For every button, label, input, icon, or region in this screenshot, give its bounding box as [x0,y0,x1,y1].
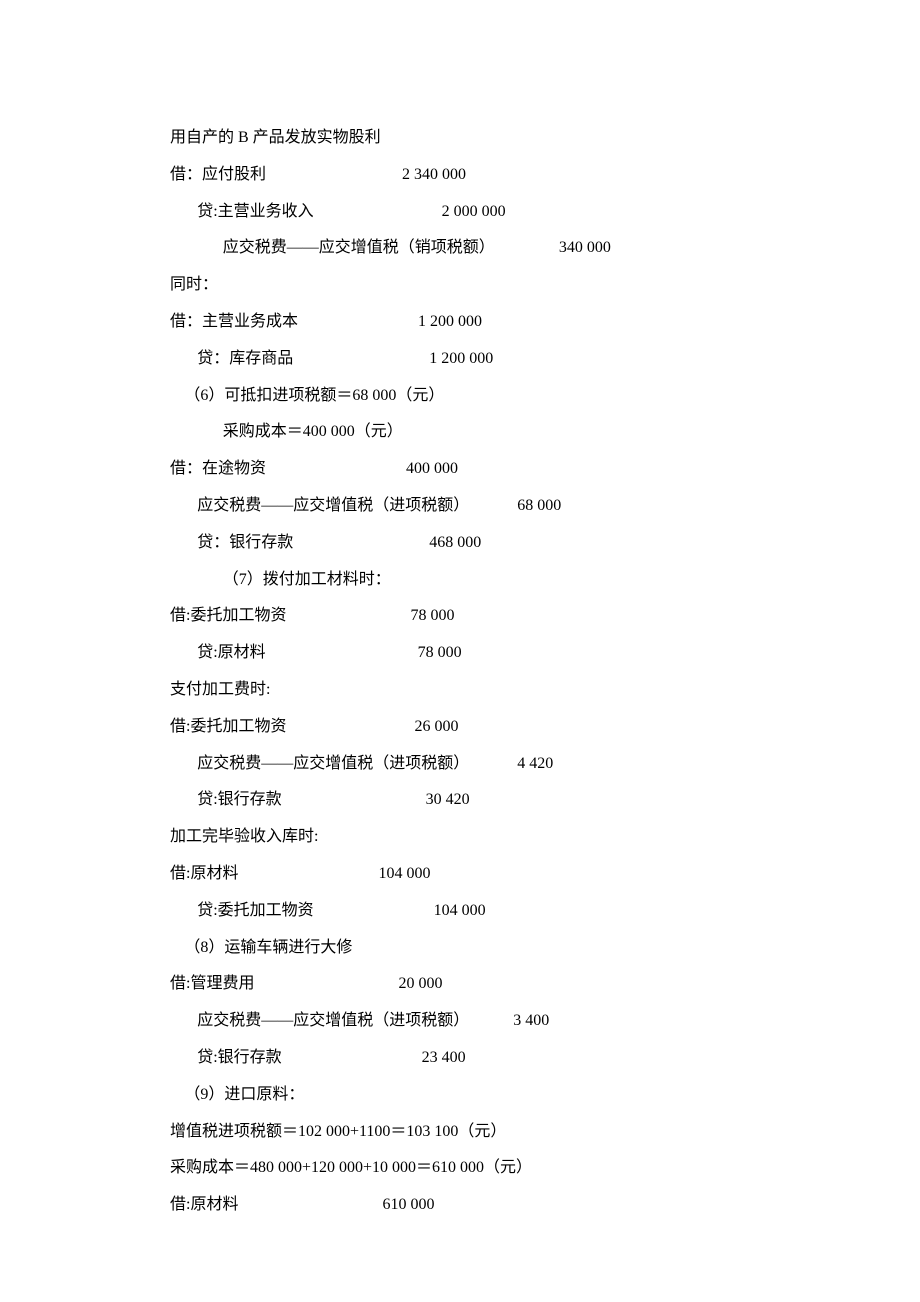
entry-amount: 340 000 [495,230,750,267]
entry-label: 应交税费——应交增值税（进项税额） [197,488,469,525]
text-line: （8）运输车辆进行大修 [170,930,750,967]
text-line: 用自产的 B 产品发放实物股利 [170,120,750,157]
entry-label: （6）可抵扣进项税额＝68 000（元） [184,378,444,415]
entry-label: 应交税费——应交增值税（销项税额） [223,230,495,267]
entry-amount: 23 400 [282,1040,750,1077]
text-line: 采购成本＝480 000+120 000+10 000＝610 000（元） [170,1150,750,1187]
journal-entry: 贷:银行存款 23 400 [170,1040,750,1077]
entry-label: 借:原材料 [170,1187,238,1224]
entry-amount: 78 000 [286,598,750,635]
journal-entry: 借:原材料 610 000 [170,1187,750,1224]
entry-label: 借：应付股利 [170,157,266,194]
journal-entry: 贷:原材料 78 000 [170,635,750,672]
entry-label: 采购成本＝480 000+120 000+10 000＝610 000（元） [170,1150,532,1187]
entry-label: 应交税费——应交增值税（进项税额） [197,746,469,783]
journal-entry: 应交税费——应交增值税（进项税额） 3 400 [170,1003,750,1040]
entry-label: 借:管理费用 [170,966,254,1003]
entry-label: 采购成本＝400 000（元） [223,414,403,451]
journal-entry: 贷：库存商品 1 200 000 [170,341,750,378]
entry-amount: 30 420 [282,782,750,819]
entry-label: 用自产的 B 产品发放实物股利 [170,120,381,157]
text-line: （9）进口原料： [170,1077,750,1114]
entry-label: 借:委托加工物资 [170,709,286,746]
text-line: （7）拨付加工材料时： [170,562,750,599]
entry-label: 应交税费——应交增值税（进项税额） [197,1003,469,1040]
entry-label: 贷：银行存款 [197,525,293,562]
entry-amount: 78 000 [266,635,750,672]
entry-amount: 1 200 000 [293,341,750,378]
entry-amount: 20 000 [254,966,750,1003]
entry-label: 贷：库存商品 [197,341,293,378]
entry-label: 贷:原材料 [197,635,265,672]
entry-label: （8）运输车辆进行大修 [184,930,352,967]
entry-amount: 26 000 [286,709,750,746]
entry-label: 贷:银行存款 [197,782,281,819]
journal-entry: 应交税费——应交增值税（进项税额） 68 000 [170,488,750,525]
text-line: 增值税进项税额＝102 000+1100＝103 100（元） [170,1114,750,1151]
text-line: （6）可抵扣进项税额＝68 000（元） [170,378,750,415]
entry-label: 借：在途物资 [170,451,266,488]
entry-amount: 400 000 [266,451,750,488]
entry-label: 同时： [170,267,218,304]
text-line: 同时： [170,267,750,304]
journal-entry: 贷:银行存款 30 420 [170,782,750,819]
journal-entry: 借：在途物资 400 000 [170,451,750,488]
entry-amount: 468 000 [293,525,750,562]
journal-entry: 借:管理费用 20 000 [170,966,750,1003]
entry-label: 贷:主营业务收入 [197,194,313,231]
journal-entry: 借:原材料 104 000 [170,856,750,893]
journal-entry: 贷:委托加工物资 104 000 [170,893,750,930]
journal-entry: 贷：银行存款 468 000 [170,525,750,562]
entry-label: 增值税进项税额＝102 000+1100＝103 100（元） [170,1114,506,1151]
entry-amount: 4 420 [469,746,750,783]
entry-label: 贷:银行存款 [197,1040,281,1077]
entry-amount: 68 000 [469,488,750,525]
journal-entry: 借:委托加工物资 78 000 [170,598,750,635]
entry-amount: 1 200 000 [298,304,750,341]
journal-entry: 借：应付股利 2 340 000 [170,157,750,194]
entry-amount: 3 400 [469,1003,750,1040]
text-line: 加工完毕验收入库时: [170,819,750,856]
entry-label: （9）进口原料： [184,1077,304,1114]
entry-amount: 104 000 [314,893,750,930]
journal-entry: 贷:主营业务收入 2 000 000 [170,194,750,231]
entry-amount: 610 000 [238,1187,750,1224]
entry-amount: 104 000 [238,856,750,893]
entry-amount: 2 000 000 [314,194,750,231]
entry-label: 支付加工费时: [170,672,270,709]
journal-entry: 应交税费——应交增值税（销项税额） 340 000 [170,230,750,267]
entry-label: 加工完毕验收入库时: [170,819,318,856]
text-line: 支付加工费时: [170,672,750,709]
entry-label: （7）拨付加工材料时： [223,562,391,599]
journal-entry: 应交税费——应交增值税（进项税额） 4 420 [170,746,750,783]
text-line: 采购成本＝400 000（元） [170,414,750,451]
entry-label: 借:委托加工物资 [170,598,286,635]
journal-entry: 借:委托加工物资 26 000 [170,709,750,746]
journal-entry: 借：主营业务成本 1 200 000 [170,304,750,341]
entry-label: 贷:委托加工物资 [197,893,313,930]
entry-label: 借:原材料 [170,856,238,893]
entry-label: 借：主营业务成本 [170,304,298,341]
entry-amount: 2 340 000 [266,157,750,194]
